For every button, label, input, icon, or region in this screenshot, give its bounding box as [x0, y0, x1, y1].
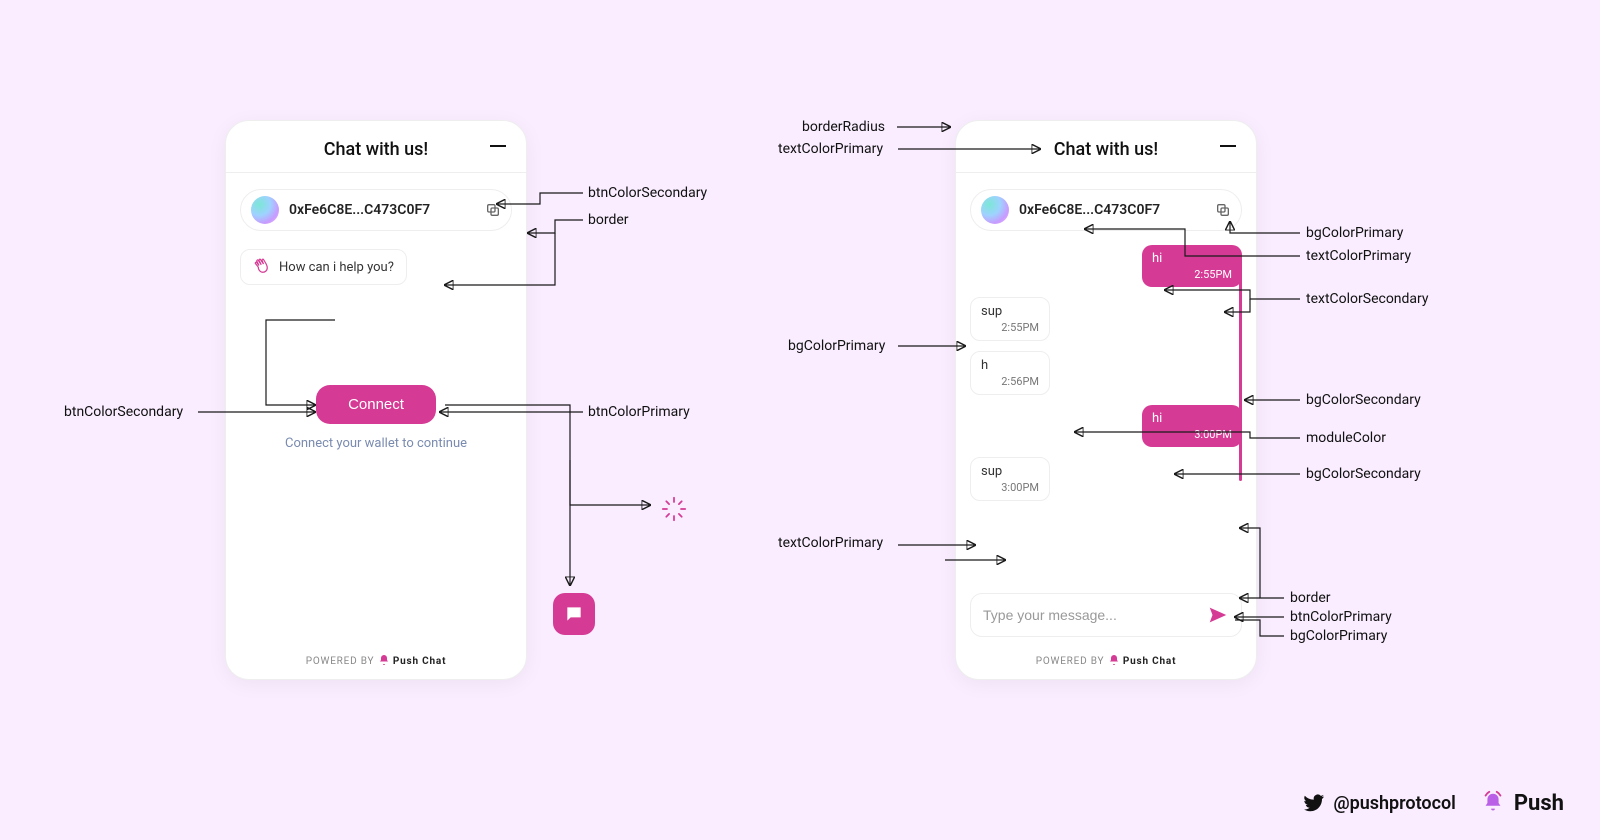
powered-prefix: POWERED BY	[306, 656, 375, 667]
message-peer: h 2:56PM	[970, 351, 1050, 395]
push-bell-icon	[1480, 790, 1506, 816]
copy-icon[interactable]	[485, 202, 501, 218]
message-text: sup	[981, 304, 1002, 319]
push-text: Push	[1514, 791, 1564, 816]
message-row: h 2:56PM	[970, 351, 1242, 395]
annotation-label: borderRadius	[802, 119, 885, 135]
card-header: Chat with us!	[226, 121, 526, 173]
powered-prefix: POWERED BY	[1036, 656, 1105, 667]
message-text: hi	[1152, 411, 1162, 426]
timeline-bar	[1239, 261, 1242, 481]
help-bubble: How can i help you?	[240, 249, 407, 285]
annotation-label: bgColorSecondary	[1306, 392, 1421, 408]
twitter-text: @pushprotocol	[1333, 793, 1455, 814]
message-self: hi 2:55PM	[1142, 245, 1242, 287]
message-row: sup 3:00PM	[970, 457, 1242, 501]
address-text: 0xFe6C8E...C473C0F7	[289, 202, 475, 218]
avatar	[981, 196, 1009, 224]
chat-card-conversation: Chat with us! 0xFe6C8E...C473C0F7 hi 2:5…	[955, 120, 1257, 680]
annotation-label: btnColorPrimary	[588, 404, 690, 420]
message-row: hi 3:00PM	[970, 405, 1242, 447]
chat-card-connect: Chat with us! 0xFe6C8E...C473C0F7 How ca…	[225, 120, 527, 680]
twitter-handle: @pushprotocol	[1303, 792, 1455, 814]
message-row: hi 2:55PM	[970, 245, 1242, 287]
annotation-label: bgColorPrimary	[1290, 628, 1387, 644]
annotation-label: textColorPrimary	[778, 141, 883, 157]
annotation-label: bgColorPrimary	[1306, 225, 1403, 241]
address-row: 0xFe6C8E...C473C0F7	[970, 189, 1242, 231]
address-text: 0xFe6C8E...C473C0F7	[1019, 202, 1205, 218]
connect-caption: Connect your wallet to continue	[226, 436, 526, 451]
message-time: 3:00PM	[981, 481, 1039, 494]
annotation-label: textColorSecondary	[1306, 291, 1429, 307]
twitter-icon	[1303, 792, 1325, 814]
message-peer: sup 3:00PM	[970, 457, 1050, 501]
annotation-label: bgColorPrimary	[788, 338, 885, 354]
message-text: hi	[1152, 251, 1162, 266]
message-input-row	[970, 593, 1242, 637]
bell-icon	[1108, 654, 1120, 666]
message-time: 3:00PM	[1152, 428, 1232, 441]
annotation-label: btnColorSecondary	[64, 404, 183, 420]
card-header: Chat with us!	[956, 121, 1256, 173]
bell-icon	[378, 654, 390, 666]
footer-branding: @pushprotocol Push	[1303, 790, 1564, 816]
message-peer: sup 2:55PM	[970, 297, 1050, 341]
powered-by: POWERED BY Push Chat	[226, 654, 526, 667]
message-text: sup	[981, 464, 1002, 479]
annotation-label: bgColorSecondary	[1306, 466, 1421, 482]
send-icon[interactable]	[1207, 604, 1229, 626]
powered-brand: Push Chat	[1123, 656, 1176, 667]
powered-brand: Push Chat	[393, 656, 446, 667]
avatar	[251, 196, 279, 224]
powered-by: POWERED BY Push Chat	[956, 654, 1256, 667]
message-time: 2:56PM	[981, 375, 1039, 388]
message-time: 2:55PM	[1152, 268, 1232, 281]
chat-bubble-icon	[564, 604, 584, 624]
message-row: sup 2:55PM	[970, 297, 1242, 341]
message-time: 2:55PM	[981, 321, 1039, 334]
copy-icon[interactable]	[1215, 202, 1231, 218]
annotation-label: textColorPrimary	[1306, 248, 1411, 264]
chat-fab[interactable]	[553, 593, 595, 635]
annotation-label: moduleColor	[1306, 430, 1386, 446]
minimize-icon[interactable]	[490, 145, 506, 147]
message-text: h	[981, 358, 988, 373]
push-logo: Push	[1480, 790, 1564, 816]
minimize-icon[interactable]	[1220, 145, 1236, 147]
connect-button[interactable]: Connect	[316, 385, 436, 424]
help-text: How can i help you?	[279, 260, 394, 275]
spinner-icon	[660, 495, 688, 523]
message-list: hi 2:55PM sup 2:55PM h 2:56PM hi 3:00PM	[956, 245, 1256, 575]
wave-icon	[253, 258, 271, 276]
annotation-label: btnColorPrimary	[1290, 609, 1392, 625]
message-input[interactable]	[983, 607, 1197, 623]
annotation-label: border	[1290, 590, 1331, 606]
address-row: 0xFe6C8E...C473C0F7	[240, 189, 512, 231]
message-self: hi 3:00PM	[1142, 405, 1242, 447]
card-title: Chat with us!	[1054, 139, 1158, 160]
annotation-label: textColorPrimary	[778, 535, 883, 551]
annotation-label: btnColorSecondary	[588, 185, 707, 201]
card-title: Chat with us!	[324, 139, 428, 160]
annotation-label: border	[588, 212, 629, 228]
